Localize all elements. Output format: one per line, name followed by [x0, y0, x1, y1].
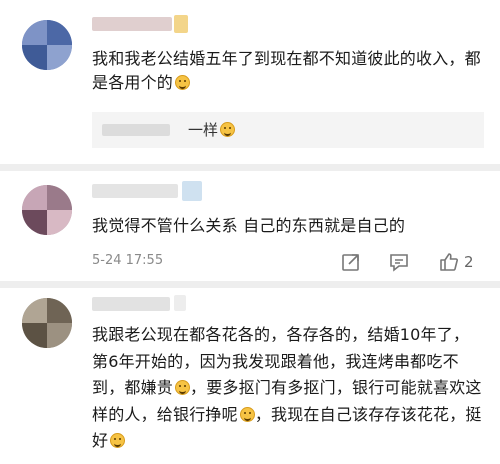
grimacing-emoji-icon — [239, 406, 255, 422]
comment-meta: 5-24 17:55 2 — [92, 251, 484, 273]
avatar[interactable] — [22, 298, 72, 348]
laughing-emoji-icon — [175, 75, 191, 90]
comment-1: 我和我老公结婚五年了到现在都不知道彼此的收入，都是各用个的 一样 — [0, 0, 500, 164]
reply-username-blurred — [102, 124, 170, 136]
share-icon[interactable] — [340, 251, 362, 273]
comment-text: 我和我老公结婚五年了到现在都不知道彼此的收入，都是各用个的 — [92, 47, 484, 95]
comment-text: 我觉得不管什么关系 自己的东西就是自己的 — [92, 214, 484, 238]
comment-text: 我跟老公现在都各花各的，各存各的，结婚10年了，第6年开始的，因为我发现跟着他，… — [92, 322, 484, 455]
comment-icon-svg — [390, 254, 408, 272]
smirking-emoji-icon — [110, 433, 126, 448]
like-count: 2 — [464, 253, 474, 271]
avatar[interactable] — [22, 20, 72, 70]
username-blurred[interactable] — [92, 184, 178, 198]
comment-text-body: 我和我老公结婚五年了到现在都不知道彼此的收入，都是各用个的 — [92, 49, 481, 92]
username-badge-blurred — [174, 15, 188, 33]
separator — [0, 281, 500, 288]
separator — [0, 164, 500, 171]
username-badge-blurred — [182, 181, 202, 201]
share-icon-svg — [342, 254, 359, 271]
username-blurred[interactable] — [92, 17, 172, 31]
avatar[interactable] — [22, 185, 72, 235]
reply-preview[interactable]: 一样 — [92, 112, 484, 148]
username-badge-blurred — [174, 295, 186, 311]
thumbs-up-icon — [440, 253, 458, 271]
like-icon[interactable] — [438, 251, 460, 273]
username-blurred[interactable] — [92, 297, 170, 311]
reply-text-body: 一样 — [188, 121, 219, 139]
timestamp: 5-24 17:55 — [92, 253, 164, 268]
grimacing-emoji-icon — [175, 380, 191, 395]
comment-2: 我觉得不管什么关系 自己的东西就是自己的 5-24 17:55 2 — [0, 171, 500, 281]
comment-text-body: 我觉得不管什么关系 自己的东西就是自己的 — [92, 216, 406, 235]
laughing-emoji-icon — [220, 122, 236, 137]
reply-text: 一样 — [188, 120, 236, 140]
comment-icon[interactable] — [388, 251, 410, 273]
comment-3: 我跟老公现在都各花各的，各存各的，结婚10年了，第6年开始的，因为我发现跟着他，… — [0, 288, 500, 464]
